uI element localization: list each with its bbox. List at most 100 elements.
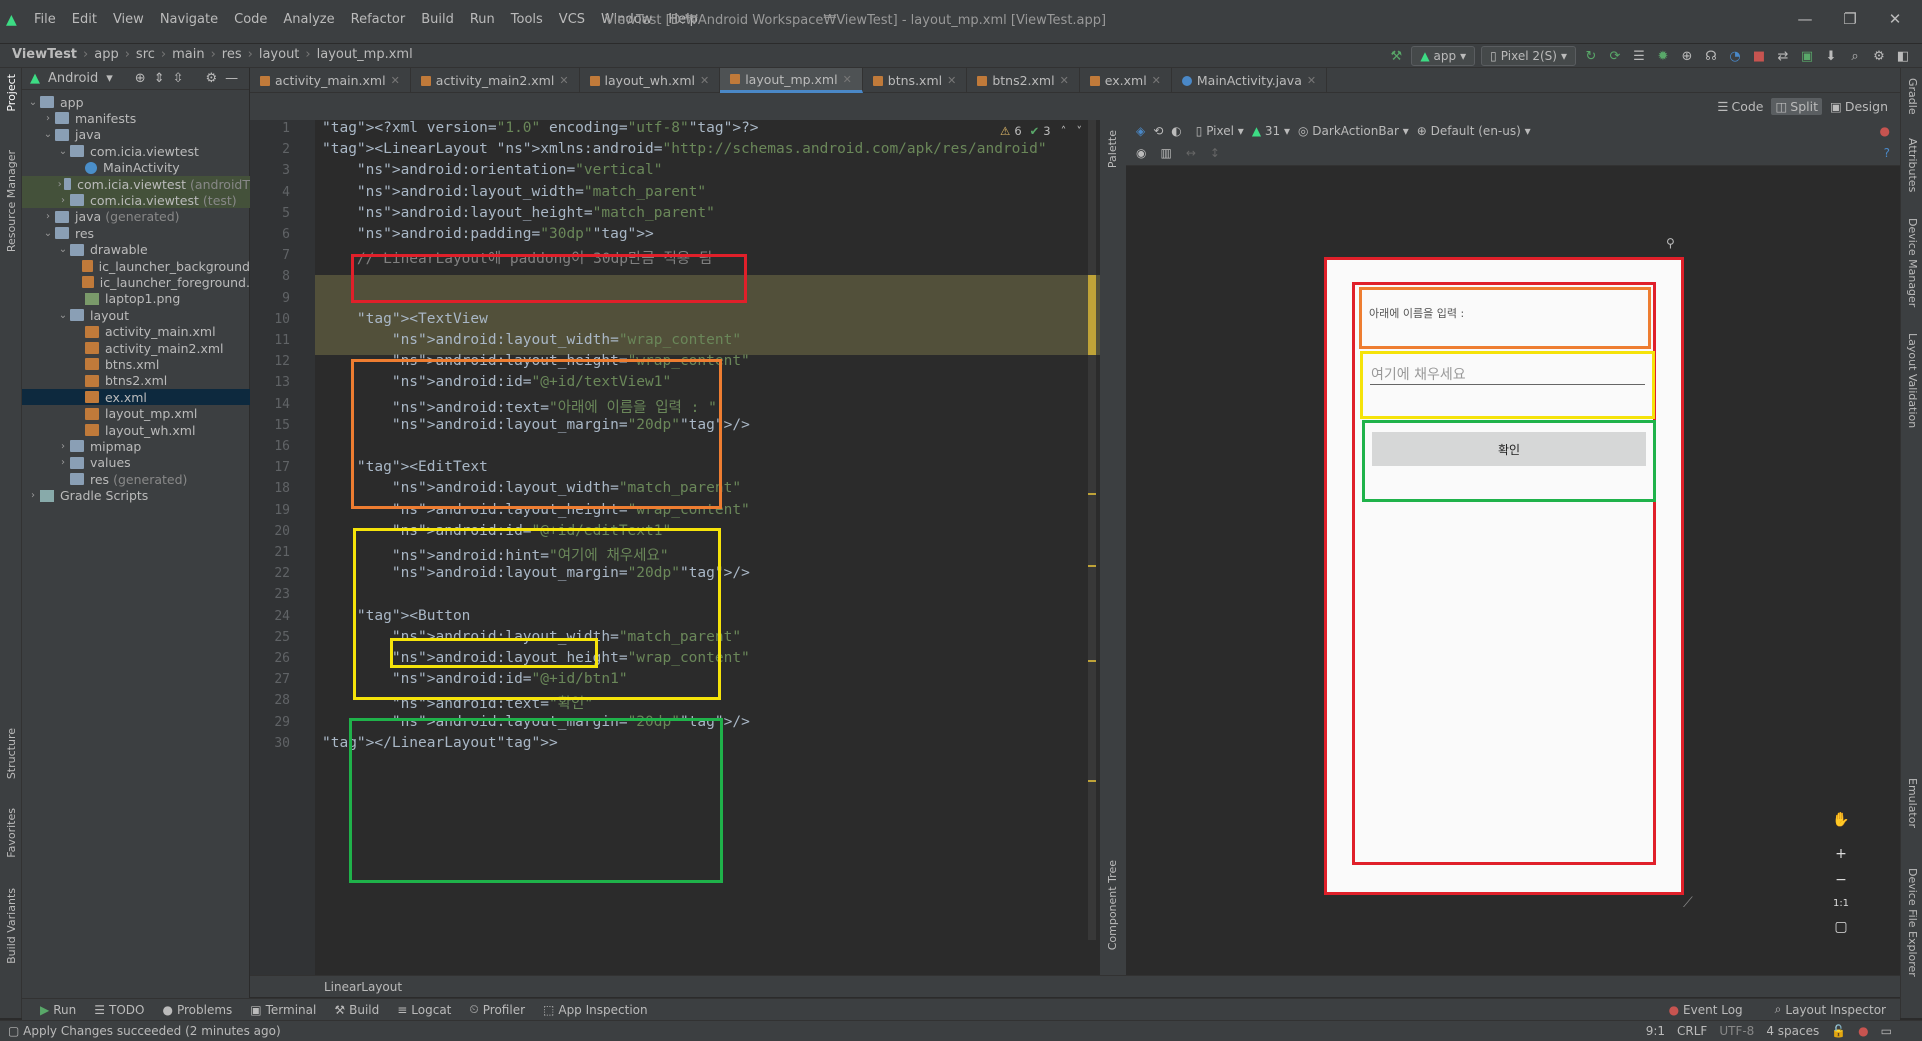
night-mode-icon[interactable]: ◐ <box>1171 124 1181 138</box>
tab-MainActivity-java[interactable]: MainActivity.java ✕ <box>1172 68 1328 93</box>
bottom-tab-run[interactable]: ▶ Run <box>40 1003 76 1017</box>
chevron-right-icon[interactable]: › <box>56 195 70 206</box>
cursor-position[interactable]: 9:1 <box>1646 1024 1665 1038</box>
breadcrumb-item[interactable]: res <box>222 47 242 62</box>
attributes-tool-tab[interactable]: Attributes <box>1906 138 1919 192</box>
inspection-widget[interactable]: ⚠ 6 ✔ 3 ˄ ˅ <box>1000 124 1082 138</box>
file-encoding[interactable]: UTF-8 <box>1719 1024 1754 1038</box>
code-line[interactable]: "ns">android:layout_height="match_parent… <box>322 205 715 221</box>
sdk-manager-icon[interactable]: ⬇ <box>1822 47 1840 65</box>
chevron-down-icon[interactable]: ⌄ <box>56 310 70 321</box>
attach-debugger-icon[interactable]: ☊ <box>1702 47 1720 65</box>
pan-hand-icon[interactable]: ✋ <box>1832 812 1849 828</box>
menu-item[interactable]: Build <box>413 12 462 27</box>
bottom-tab-build[interactable]: ⚒ Build <box>334 1003 379 1017</box>
tree-item[interactable]: layout_wh.xml <box>22 422 250 438</box>
chevron-down-icon[interactable]: ⌄ <box>41 228 55 239</box>
chevron-right-icon[interactable]: › <box>56 457 70 468</box>
tree-item[interactable]: › java (generated) <box>22 209 250 225</box>
menu-item[interactable]: View <box>105 12 152 27</box>
design-blueprint-icon[interactable]: ◈ <box>1136 124 1145 138</box>
chevron-right-icon[interactable]: › <box>26 490 40 501</box>
bottom-tab-terminal[interactable]: ▣ Terminal <box>250 1003 316 1017</box>
code-line[interactable]: "tag"><TextView <box>322 311 488 327</box>
bottom-tab-app-inspection[interactable]: ⬚ App Inspection <box>543 1003 648 1017</box>
tree-item[interactable]: res (generated) <box>22 471 250 487</box>
tree-item[interactable]: ⌄ res <box>22 225 250 241</box>
code-line[interactable]: "tag"><?xml version="1.0" encoding="utf-… <box>322 120 759 136</box>
tree-item[interactable]: ic_launcher_foreground. <box>22 274 250 290</box>
debug-icon[interactable]: ✹ <box>1654 47 1672 65</box>
tree-item[interactable]: ⌄ drawable <box>22 242 250 258</box>
close-tab-icon[interactable]: ✕ <box>843 73 852 86</box>
breadcrumb-item[interactable]: src <box>136 47 155 62</box>
favorites-tool-tab[interactable]: Favorites <box>5 808 18 858</box>
device-dropdown[interactable]: ▯ Pixel ▾ <box>1196 124 1244 138</box>
bottom-tab-problems[interactable]: ● Problems <box>162 1003 232 1017</box>
chevron-down-icon[interactable]: ⌄ <box>41 129 55 140</box>
tab-btns2-xml[interactable]: btns2.xml ✕ <box>967 68 1080 93</box>
stop-icon[interactable]: ■ <box>1750 47 1768 65</box>
tree-item[interactable]: › manifests <box>22 110 250 126</box>
tree-item[interactable]: MainActivity <box>22 160 250 176</box>
tree-item[interactable]: › mipmap <box>22 438 250 454</box>
menu-item[interactable]: Code <box>226 12 275 27</box>
hide-panel-icon[interactable]: — <box>225 71 238 86</box>
editor-scrollbar[interactable] <box>1088 120 1096 940</box>
menu-item[interactable]: Edit <box>64 12 105 27</box>
tree-item[interactable]: ⌄ app <box>22 94 250 110</box>
gear-icon[interactable]: ⚙ <box>206 71 218 86</box>
close-tab-icon[interactable]: ✕ <box>1060 74 1069 87</box>
help-icon[interactable]: ? <box>1884 146 1890 160</box>
breadcrumb-item[interactable]: layout_mp.xml <box>317 47 413 62</box>
code-line[interactable]: "ns">android:orientation="vertical" <box>322 162 663 178</box>
breadcrumb-item[interactable]: main <box>172 47 204 62</box>
tree-item[interactable]: btns.xml <box>22 356 250 372</box>
resize-handle-icon[interactable]: ⟋ <box>1683 895 1693 911</box>
chevron-down-icon[interactable]: ⌄ <box>56 244 70 255</box>
project-tool-tab[interactable]: Project <box>5 74 18 112</box>
bottom-tab-todo[interactable]: ☰ TODO <box>94 1003 144 1017</box>
tree-item[interactable]: activity_main.xml <box>22 324 250 340</box>
expand-all-icon[interactable]: ⇕ <box>154 71 165 86</box>
device-manager-tool-tab[interactable]: Device Manager <box>1906 218 1919 307</box>
menu-item[interactable]: Refactor <box>343 12 414 27</box>
close-tab-icon[interactable]: ✕ <box>391 74 400 87</box>
pin-icon[interactable]: ⚲ <box>1666 236 1675 250</box>
line-separator[interactable]: CRLF <box>1677 1024 1707 1038</box>
apply-changes-icon[interactable]: ↻ <box>1582 47 1600 65</box>
build-variants-tool-tab[interactable]: Build Variants <box>5 888 18 964</box>
api-dropdown[interactable]: ▲ 31 ▾ <box>1252 124 1290 138</box>
code-line[interactable]: "ns">android:layout_width="match_parent" <box>322 184 706 200</box>
menu-item[interactable]: VCS <box>551 12 593 27</box>
close-tab-icon[interactable]: ✕ <box>700 74 709 87</box>
run-icon[interactable]: ☰ <box>1630 47 1648 65</box>
tab-btns-xml[interactable]: btns.xml ✕ <box>863 68 968 93</box>
coverage-icon[interactable]: ◔ <box>1726 47 1744 65</box>
profile-icon[interactable]: ⊕ <box>1678 47 1696 65</box>
search-icon[interactable]: ⌕ <box>1846 47 1864 65</box>
bottom-tab-layout-inspector[interactable]: ⌕ Layout Inspector <box>1775 1002 1886 1017</box>
editor-breadcrumb[interactable]: LinearLayout <box>324 980 402 994</box>
locate-icon[interactable]: ⊕ <box>135 71 146 86</box>
gradle-tool-tab[interactable]: Gradle <box>1906 78 1919 115</box>
tab-ex-xml[interactable]: ex.xml ✕ <box>1080 68 1172 93</box>
chevron-right-icon[interactable]: › <box>56 179 64 190</box>
zoom-in-icon[interactable]: + <box>1835 846 1847 862</box>
project-view-select[interactable]: Android <box>48 71 98 86</box>
zoom-actual-size-button[interactable]: 1:1 <box>1833 898 1849 909</box>
device-select[interactable]: ▯ Pixel 2(S) ▾ <box>1481 46 1576 66</box>
code-line[interactable]: "ns">android:layout_width="wrap_content" <box>322 332 741 348</box>
zoom-out-icon[interactable]: − <box>1835 872 1847 888</box>
tree-item[interactable]: activity_main2.xml <box>22 340 250 356</box>
layout-columns-icon[interactable]: ▥ <box>1160 146 1171 160</box>
close-tab-icon[interactable]: ✕ <box>1307 74 1316 87</box>
bottom-tab-logcat[interactable]: ≡ Logcat <box>397 1003 451 1017</box>
zoom-to-fit-icon[interactable]: ▢ <box>1834 919 1847 935</box>
tab-layout_mp-xml[interactable]: layout_mp.xml ✕ <box>720 68 863 93</box>
tab-layout_wh-xml[interactable]: layout_wh.xml ✕ <box>580 68 721 93</box>
tree-item[interactable]: ic_launcher_background <box>22 258 250 274</box>
emulator-tool-tab[interactable]: Emulator <box>1906 778 1919 828</box>
tab-activity_main-xml[interactable]: activity_main.xml ✕ <box>250 68 411 93</box>
split-mode-button[interactable]: ◫ Split <box>1771 98 1823 115</box>
